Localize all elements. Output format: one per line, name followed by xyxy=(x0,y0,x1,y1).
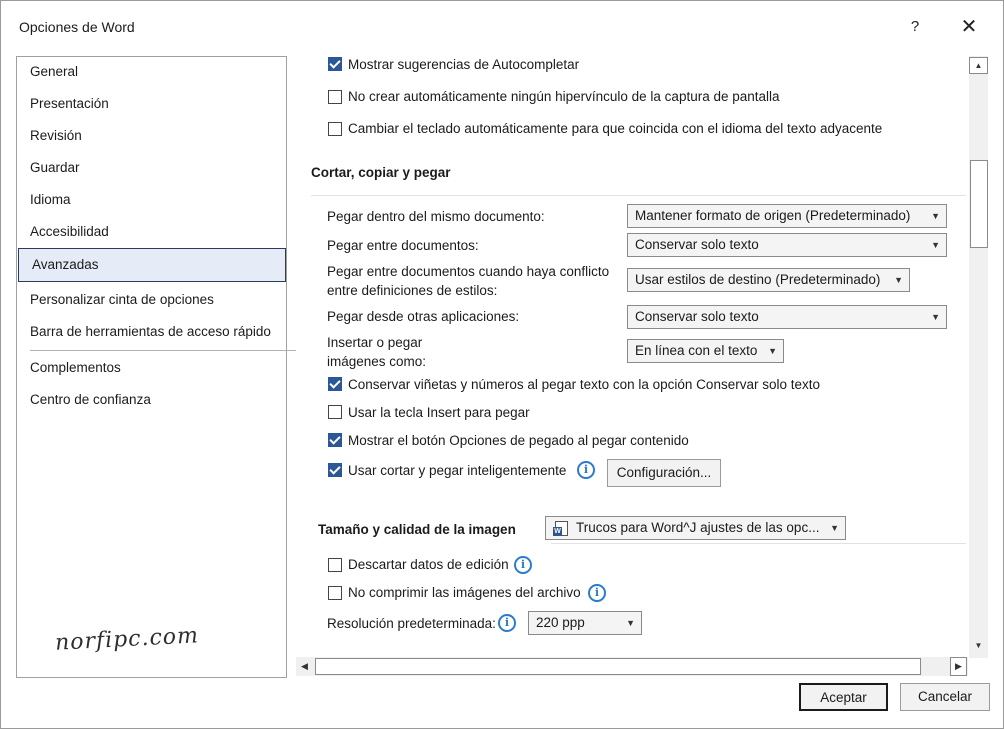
vertical-scroll-thumb[interactable] xyxy=(970,160,988,248)
section-title-tamano-calidad-imagen: Tamaño y calidad de la imagen xyxy=(318,522,516,537)
dropdown-insertar-imagenes[interactable]: En línea con el texto ▼ xyxy=(627,339,784,363)
option-label: Mostrar sugerencias de Autocompletar xyxy=(348,57,580,72)
nav-item-idioma[interactable]: Idioma xyxy=(17,185,286,215)
option-label: Cambiar el teclado automáticamente para … xyxy=(348,121,883,136)
nav-item-accesibilidad[interactable]: Accesibilidad xyxy=(17,217,286,247)
nav-item-centro-confianza[interactable]: Centro de confianza xyxy=(17,385,286,415)
chevron-down-icon: ▼ xyxy=(931,240,940,250)
nav-separator xyxy=(30,350,296,351)
field-label: imágenes como: xyxy=(327,354,427,369)
checkbox-no-hipervinculo[interactable] xyxy=(328,90,342,104)
title-bar: Opciones de Word ? ✕ xyxy=(1,1,1003,49)
chevron-down-icon: ▼ xyxy=(768,346,777,356)
chevron-down-icon: ▼ xyxy=(894,275,903,285)
dropdown-value: Usar estilos de destino (Predeterminado) xyxy=(635,272,881,287)
options-content: Mostrar sugerencias de Autocompletar No … xyxy=(296,53,968,657)
dialog-title: Opciones de Word xyxy=(19,19,135,35)
checkbox-cortar-pegar-inteligente[interactable] xyxy=(328,463,342,477)
chevron-down-icon: ▼ xyxy=(830,523,839,533)
category-nav: General Presentación Revisión Guardar Id… xyxy=(16,56,296,678)
nav-item-revision[interactable]: Revisión xyxy=(17,121,286,151)
dropdown-resolucion[interactable]: 220 ppp ▼ xyxy=(528,611,642,635)
option-label: No comprimir las imágenes del archivo xyxy=(348,585,581,600)
option-label: Usar la tecla Insert para pegar xyxy=(348,405,530,420)
section-divider xyxy=(311,195,966,196)
dropdown-documento-imagen[interactable]: Trucos para Word^J ajustes de las opc...… xyxy=(545,516,846,540)
checkbox-cambiar-teclado[interactable] xyxy=(328,122,342,136)
chevron-down-icon: ▼ xyxy=(931,211,940,221)
field-label: Insertar o pegar xyxy=(327,335,423,350)
checkbox-mostrar-opciones-pegado[interactable] xyxy=(328,433,342,447)
word-options-dialog: Opciones de Word ? ✕ General Presentació… xyxy=(0,0,1004,729)
option-label: Usar cortar y pegar inteligentemente xyxy=(348,463,567,478)
field-label: Resolución predeterminada: xyxy=(327,616,496,631)
horizontal-scroll-thumb[interactable] xyxy=(315,658,921,675)
checkbox-descartar-datos-edicion[interactable] xyxy=(328,558,342,572)
chevron-down-icon: ▼ xyxy=(626,618,635,628)
field-label: Pegar desde otras aplicaciones: xyxy=(327,309,520,324)
dropdown-value: Conservar solo texto xyxy=(635,309,759,324)
field-label: entre definiciones de estilos: xyxy=(327,283,498,298)
dropdown-value: En línea con el texto xyxy=(635,343,758,358)
section-divider xyxy=(551,543,966,544)
scroll-down-icon[interactable]: ▼ xyxy=(969,638,988,655)
scroll-right-icon[interactable]: ▶ xyxy=(950,657,967,676)
dropdown-pegar-otras-aplicaciones[interactable]: Conservar solo texto ▼ xyxy=(627,305,947,329)
nav-item-guardar[interactable]: Guardar xyxy=(17,153,286,183)
cancelar-button[interactable]: Cancelar xyxy=(900,683,990,711)
dropdown-value: 220 ppp xyxy=(536,615,585,630)
option-label: Conservar viñetas y números al pegar tex… xyxy=(348,377,820,392)
scroll-up-icon[interactable]: ▲ xyxy=(969,57,988,74)
info-icon[interactable]: i xyxy=(577,461,595,479)
info-icon[interactable]: i xyxy=(588,584,606,602)
close-button[interactable]: ✕ xyxy=(955,15,983,39)
chevron-down-icon: ▼ xyxy=(931,312,940,322)
option-label: No crear automáticamente ningún hipervín… xyxy=(348,89,780,104)
dropdown-pegar-conflicto-estilos[interactable]: Usar estilos de destino (Predeterminado)… xyxy=(627,268,910,292)
nav-item-personalizar-cinta[interactable]: Personalizar cinta de opciones xyxy=(17,285,286,315)
dropdown-value: Conservar solo texto xyxy=(635,237,759,252)
section-title-cortar-copiar-pegar: Cortar, copiar y pegar xyxy=(311,165,451,180)
horizontal-scrollbar[interactable]: ◀ ▶ xyxy=(296,657,968,676)
checkbox-autocompletar[interactable] xyxy=(328,57,342,71)
field-label: Pegar entre documentos cuando haya confl… xyxy=(327,264,610,279)
info-icon[interactable]: i xyxy=(514,556,532,574)
field-label: Pegar entre documentos: xyxy=(327,238,479,253)
word-document-icon xyxy=(553,521,568,536)
nav-item-barra-acceso-rapido[interactable]: Barra de herramientas de acceso rápido xyxy=(17,317,286,347)
vertical-scrollbar[interactable]: ▲ ▼ xyxy=(969,56,988,658)
info-icon[interactable]: i xyxy=(498,614,516,632)
configuracion-button[interactable]: Configuración... xyxy=(607,459,721,487)
checkbox-tecla-insert[interactable] xyxy=(328,405,342,419)
nav-item-general[interactable]: General xyxy=(17,57,286,87)
checkbox-conservar-vinetas[interactable] xyxy=(328,377,342,391)
checkbox-no-comprimir-imagenes[interactable] xyxy=(328,586,342,600)
help-button[interactable]: ? xyxy=(901,15,929,39)
option-label: Descartar datos de edición xyxy=(348,557,509,572)
field-label: Pegar dentro del mismo documento: xyxy=(327,209,545,224)
dropdown-value: Trucos para Word^J ajustes de las opc... xyxy=(576,520,820,535)
option-label: Mostrar el botón Opciones de pegado al p… xyxy=(348,433,689,448)
dropdown-pegar-mismo-documento[interactable]: Mantener formato de origen (Predetermina… xyxy=(627,204,947,228)
dropdown-value: Mantener formato de origen (Predetermina… xyxy=(635,208,911,223)
scroll-left-icon[interactable]: ◀ xyxy=(296,657,313,676)
nav-item-avanzadas[interactable]: Avanzadas xyxy=(18,248,286,282)
watermark-logo: norfipc.com xyxy=(54,623,200,656)
dropdown-pegar-entre-documentos[interactable]: Conservar solo texto ▼ xyxy=(627,233,947,257)
nav-item-complementos[interactable]: Complementos xyxy=(17,353,286,383)
nav-item-presentacion[interactable]: Presentación xyxy=(17,89,286,119)
aceptar-button[interactable]: Aceptar xyxy=(799,683,888,711)
